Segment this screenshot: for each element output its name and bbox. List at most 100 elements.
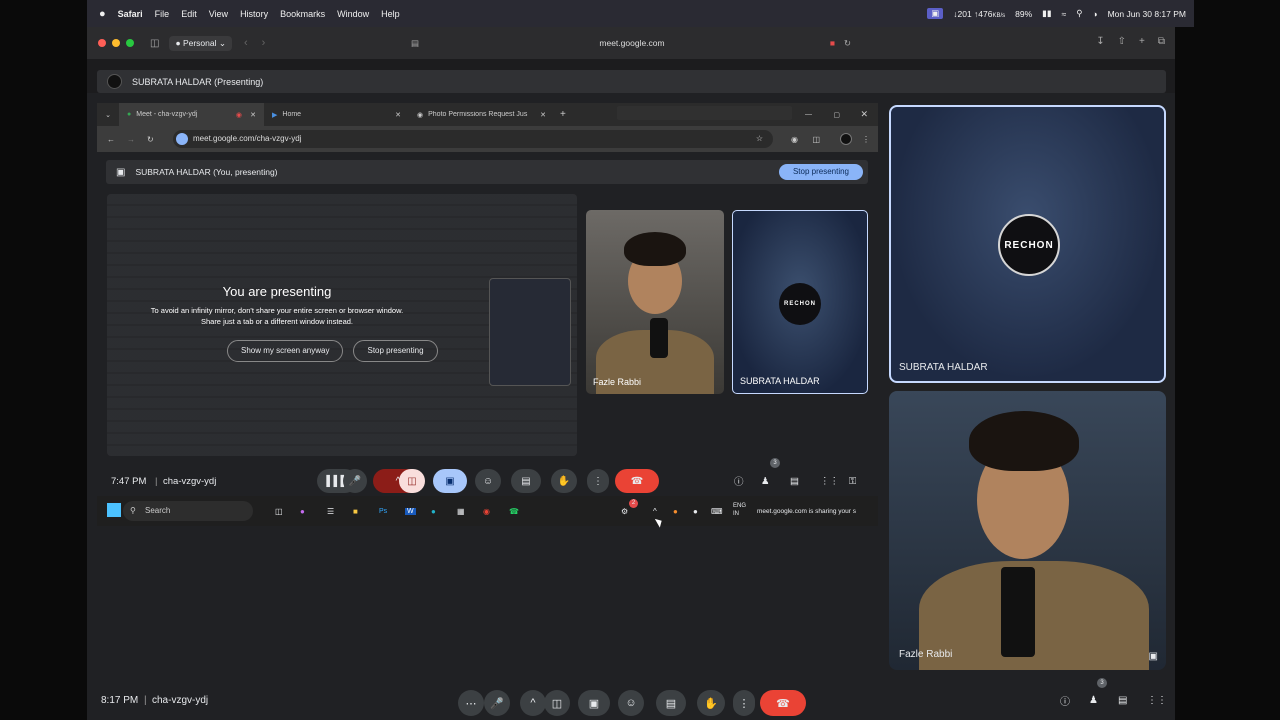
- people-icon[interactable]: ♟: [761, 476, 770, 487]
- emoji-icon[interactable]: ☺: [475, 469, 501, 493]
- search-icon[interactable]: ⚲: [1076, 8, 1082, 19]
- menu-app-name[interactable]: Safari: [118, 9, 143, 19]
- bookmark-star-icon[interactable]: ☆: [756, 130, 763, 148]
- close-tab-icon[interactable]: ✕: [540, 111, 546, 119]
- download-icon[interactable]: ↧: [1096, 36, 1104, 47]
- menu-view[interactable]: View: [209, 9, 228, 19]
- profile-button[interactable]: ● Personal ⌄: [169, 35, 232, 51]
- windows-search[interactable]: ⚲ Search: [123, 501, 253, 521]
- end-call-button[interactable]: ☎: [615, 469, 659, 493]
- close-window-button[interactable]: [98, 39, 106, 47]
- whatsapp-icon[interactable]: ☎: [509, 507, 519, 516]
- chrome-address-bar[interactable]: meet.google.com/cha-vzgv-ydj ☆: [173, 130, 773, 148]
- chrome-menu-icon[interactable]: ⋮: [862, 135, 870, 144]
- video-off-icon[interactable]: ◫: [399, 469, 425, 493]
- camera-active-icon[interactable]: ■: [830, 35, 835, 52]
- extensions-icon[interactable]: ◫: [812, 135, 820, 144]
- camera-options-icon[interactable]: ^: [520, 690, 546, 716]
- copilot-icon[interactable]: ●: [300, 507, 305, 516]
- notification-icon[interactable]: ⚙: [621, 507, 628, 516]
- zoom-window-button[interactable]: [126, 39, 134, 47]
- present-button[interactable]: ▣: [433, 469, 467, 493]
- close-tab-icon[interactable]: ✕: [395, 111, 401, 119]
- menu-edit[interactable]: Edit: [181, 9, 197, 19]
- profile-avatar[interactable]: [840, 133, 852, 145]
- raise-hand-icon[interactable]: ✋: [551, 469, 577, 493]
- tray-chevron-icon[interactable]: ^: [653, 507, 657, 516]
- raise-hand-button[interactable]: ✋: [697, 690, 725, 716]
- reload-icon[interactable]: ↻: [844, 35, 851, 52]
- tab-meet[interactable]: ● Meet - cha-vzgv-ydj ◉ ✕: [119, 103, 264, 126]
- close-tab-icon[interactable]: ✕: [250, 111, 256, 119]
- camera-button[interactable]: ◫: [544, 690, 570, 716]
- mirror-stop-presenting-button[interactable]: Stop presenting: [353, 340, 438, 362]
- wifi-icon[interactable]: ≈: [1062, 9, 1067, 19]
- present-button[interactable]: ▣: [578, 690, 610, 716]
- reload-icon[interactable]: ↻: [147, 135, 154, 144]
- store-icon[interactable]: ▦: [457, 507, 465, 516]
- chat-icon[interactable]: ▤: [790, 476, 799, 487]
- site-info-icon[interactable]: [176, 133, 188, 145]
- mic-icon[interactable]: 🎤: [343, 469, 367, 493]
- participant-tile-fazle[interactable]: Fazle Rabbi: [586, 210, 724, 394]
- safari-url-bar[interactable]: ▤ meet.google.com ■ ↻: [407, 35, 857, 52]
- pin-icon[interactable]: ▣: [1149, 651, 1158, 662]
- back-icon[interactable]: ←: [107, 135, 115, 144]
- stop-presenting-button[interactable]: Stop presenting: [778, 164, 863, 180]
- activities-icon[interactable]: ⋮⋮: [1147, 695, 1167, 706]
- activities-icon[interactable]: ⋮⋮: [820, 476, 839, 487]
- chat-icon[interactable]: ▤: [1118, 695, 1127, 706]
- show-screen-anyway-button[interactable]: Show my screen anyway: [227, 340, 344, 362]
- mic-button[interactable]: 🎤: [484, 690, 510, 716]
- forward-icon[interactable]: ›: [262, 37, 266, 49]
- menubar-datetime[interactable]: Mon Jun 30 8:17 PM: [1108, 9, 1186, 19]
- close-icon[interactable]: ✕: [860, 109, 868, 120]
- minimize-window-button[interactable]: [112, 39, 120, 47]
- people-icon[interactable]: ♟: [1089, 695, 1098, 706]
- emoji-button[interactable]: ☺: [618, 690, 644, 716]
- edge-icon[interactable]: ●: [431, 507, 436, 516]
- info-icon[interactable]: ⓘ: [734, 474, 744, 488]
- new-tab-icon[interactable]: +: [1139, 36, 1145, 47]
- tab-photo-permissions[interactable]: ◉ Photo Permissions Request Jus ✕: [409, 103, 554, 126]
- menu-window[interactable]: Window: [337, 9, 369, 19]
- chrome-icon[interactable]: ◉: [483, 507, 490, 516]
- more-options-button[interactable]: ⋮: [733, 690, 755, 716]
- language-indicator[interactable]: ENG IN: [733, 502, 746, 518]
- apple-icon[interactable]: ●: [99, 8, 106, 20]
- windows-start-icon[interactable]: [107, 503, 121, 517]
- share-icon[interactable]: ⇧: [1118, 36, 1126, 47]
- menu-bookmarks[interactable]: Bookmarks: [280, 9, 325, 19]
- explorer-icon[interactable]: ■: [353, 507, 358, 516]
- participant-tile-subrata[interactable]: RECHON SUBRATA HALDAR: [732, 210, 868, 394]
- tray-icon[interactable]: ●: [673, 507, 678, 516]
- keyboard-icon[interactable]: ⌨: [711, 507, 723, 516]
- menu-history[interactable]: History: [240, 9, 268, 19]
- tray-mic-icon[interactable]: ●: [693, 507, 698, 516]
- new-tab-icon[interactable]: +: [560, 109, 566, 120]
- word-icon[interactable]: W: [405, 507, 416, 515]
- audio-level-icon[interactable]: ⋯: [458, 690, 484, 716]
- menu-help[interactable]: Help: [381, 9, 400, 19]
- battery-icon[interactable]: ▮▮: [1042, 8, 1051, 19]
- display-icon[interactable]: ▣: [927, 8, 944, 19]
- lock-icon[interactable]: ⚿: [849, 476, 856, 487]
- sidebar-icon[interactable]: ◫: [150, 38, 159, 49]
- control-center-icon[interactable]: ◑: [1092, 9, 1097, 19]
- captions-button[interactable]: ▤: [656, 690, 686, 716]
- info-icon[interactable]: ⓘ: [1060, 693, 1070, 708]
- captions-icon[interactable]: ▤: [511, 469, 541, 493]
- forward-icon[interactable]: →: [127, 135, 135, 144]
- camera-icon[interactable]: ◉: [791, 135, 798, 144]
- maximize-icon[interactable]: ▢: [833, 111, 840, 119]
- menu-file[interactable]: File: [155, 9, 170, 19]
- participant-tile-fazle-large[interactable]: Fazle Rabbi ▣: [889, 391, 1166, 670]
- tab-list-icon[interactable]: ⌄: [97, 111, 119, 119]
- widgets-icon[interactable]: ☰: [327, 507, 334, 516]
- photoshop-icon[interactable]: Ps: [379, 508, 387, 515]
- minimize-icon[interactable]: —: [805, 111, 812, 118]
- taskview-icon[interactable]: ◫: [275, 507, 283, 516]
- sharing-indicator[interactable]: meet.google.com is sharing your s: [757, 508, 878, 515]
- participant-tile-subrata-large[interactable]: RECHON SUBRATA HALDAR: [889, 105, 1166, 383]
- end-call-button[interactable]: ☎: [760, 690, 806, 716]
